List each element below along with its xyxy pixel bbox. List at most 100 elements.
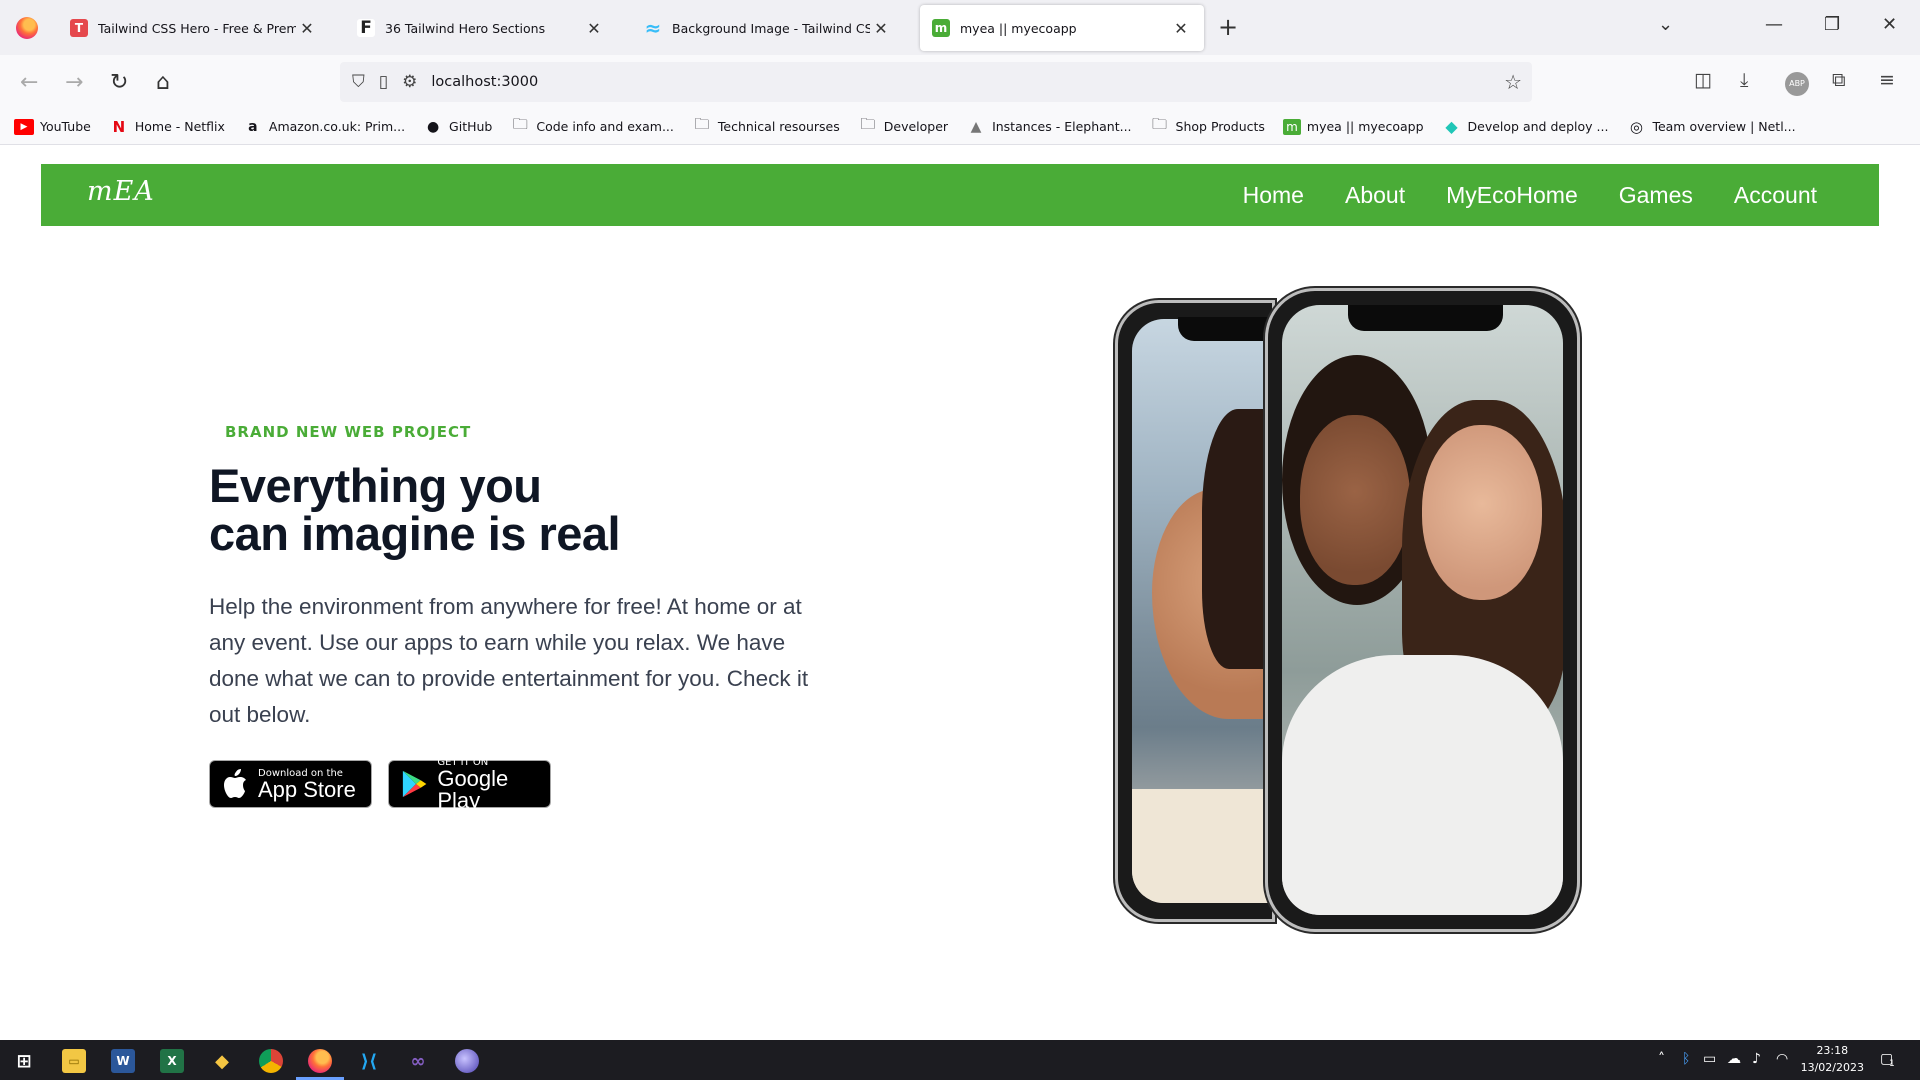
close-tab-icon[interactable]: ✕ (296, 19, 318, 38)
site-header: mEA Home About MyEcoHome Games Account (41, 164, 1879, 226)
bookmarks-toolbar: ▶ YouTube N Home - Netflix a Amazon.co.uk: … (0, 109, 1920, 145)
bookmark-github[interactable]: ● GitHub (423, 119, 492, 135)
bookmark-myea[interactable]: m myea || myecoapp (1282, 118, 1424, 135)
site-logo[interactable]: mEA (87, 176, 155, 207)
minimize-button[interactable]: — (1765, 14, 1783, 35)
page-info-icon[interactable]: ▯ (379, 72, 388, 92)
globe-icon: ◎ (1629, 117, 1643, 136)
netlify-icon: ◆ (1445, 117, 1458, 136)
clock[interactable]: 23:18 13/02/2023 (1801, 1042, 1864, 1076)
downloads-icon[interactable]: ⤓ (1740, 69, 1748, 91)
back-phone-notch (1178, 317, 1278, 341)
firefox-icon[interactable] (0, 0, 54, 55)
list-all-tabs-icon[interactable]: ⌄ (1658, 14, 1673, 35)
new-tab-button[interactable]: + (1218, 13, 1238, 41)
back-phone-mockup (1115, 300, 1278, 922)
bookmark-team-overview[interactable]: ◎ Team overview | Netl... (1626, 117, 1796, 136)
tab-myea[interactable]: m myea || myecoapp ✕ (920, 5, 1204, 51)
forward-button[interactable]: → (65, 70, 83, 95)
main-nav: Home About MyEcoHome Games Account (1202, 164, 1817, 226)
bookmark-developer[interactable]: 🗀 Developer (858, 115, 949, 135)
chrome-icon[interactable] (259, 1049, 283, 1073)
visual-studio-icon[interactable]: ∞ (406, 1049, 430, 1073)
netflix-icon: N (112, 117, 126, 136)
flowbite-favicon-icon: F (357, 18, 375, 38)
bookmark-label: myea || myecoapp (1306, 119, 1424, 134)
git-kraken-icon[interactable]: ◆ (210, 1049, 234, 1073)
battery-icon[interactable]: ▭ (1703, 1051, 1716, 1067)
bookmark-youtube[interactable]: ▶ YouTube (14, 118, 91, 135)
myea-favicon-icon: m (932, 19, 950, 37)
bookmark-netflix[interactable]: N Home - Netflix (109, 117, 225, 136)
tab-title: Background Image - Tailwind CSS (672, 20, 870, 36)
reload-button[interactable]: ↻ (110, 70, 128, 95)
bookmark-label: Amazon.co.uk: Prim... (268, 119, 406, 134)
extensions-icon[interactable]: ⧉ (1832, 69, 1846, 91)
url-text[interactable]: localhost:3000 (431, 74, 538, 90)
bluetooth-icon[interactable]: ᛒ (1682, 1051, 1690, 1067)
bookmark-technical[interactable]: 🗀 Technical resourses (692, 115, 839, 135)
bookmark-star-icon[interactable]: ☆ (1504, 70, 1522, 94)
back-button[interactable]: ← (20, 70, 38, 95)
tab-title: myea || myecoapp (960, 20, 1077, 36)
nav-myecohome[interactable]: MyEcoHome (1446, 182, 1578, 209)
tailwind-hero-favicon-icon: T (70, 19, 88, 37)
onedrive-icon[interactable]: ☁ (1727, 1051, 1741, 1067)
close-window-button[interactable]: ✕ (1882, 14, 1897, 35)
nav-games[interactable]: Games (1619, 182, 1693, 209)
excel-icon[interactable]: X (160, 1049, 184, 1073)
menu-icon[interactable]: ≡ (1879, 69, 1895, 91)
close-tab-icon[interactable]: ✕ (583, 19, 605, 38)
windows-taskbar (0, 1040, 1920, 1080)
google-play-big-text: Google Play (437, 765, 509, 813)
vscode-icon[interactable]: ⟩⟨ (357, 1049, 381, 1073)
bookmark-label: Instances - Elephant... (992, 119, 1132, 134)
show-hidden-icons-icon[interactable]: ˄ (1658, 1051, 1665, 1067)
bookmark-label: Developer (883, 119, 949, 134)
nav-home[interactable]: Home (1243, 182, 1304, 209)
home-button[interactable]: ⌂ (156, 70, 170, 95)
tab-36-hero-sections[interactable]: F 36 Tailwind Hero Sections ✕ (345, 5, 617, 51)
amazon-icon: a (248, 118, 258, 135)
back-phone-photo (1132, 319, 1272, 903)
adblock-icon[interactable]: ABP (1785, 72, 1809, 96)
file-explorer-icon[interactable]: ▭ (62, 1049, 86, 1073)
tab-background-image[interactable]: ≈ Background Image - Tailwind CSS ✕ (632, 5, 904, 51)
bookmark-code-info[interactable]: 🗀 Code info and exam... (510, 115, 674, 135)
shield-icon[interactable]: ⛉ (352, 72, 365, 92)
bookmark-amazon[interactable]: a Amazon.co.uk: Prim... (243, 119, 405, 135)
navigation-toolbar: ← → ↻ ⌂ ⛉ ▯ ⚙ localhost:3000 ☆ ◫ ⤓ ABP ⧉… (0, 55, 1920, 109)
eclipse-icon[interactable] (455, 1049, 479, 1073)
nav-about[interactable]: About (1345, 182, 1405, 209)
front-phone-shirt (1282, 655, 1563, 915)
tab-tailwind-hero[interactable]: T Tailwind CSS Hero - Free & Premium cor… (58, 5, 330, 51)
folder-icon: 🗀 (512, 115, 528, 133)
url-bar[interactable]: ⛉ ▯ ⚙ localhost:3000 ☆ (340, 62, 1532, 102)
pocket-icon[interactable]: ◫ (1694, 69, 1712, 91)
restore-button[interactable]: ❐ (1824, 14, 1840, 35)
github-icon: ● (426, 118, 440, 135)
myea-icon: m (1282, 118, 1301, 135)
bookmark-netlify[interactable]: ◆ Develop and deploy ... (1442, 117, 1608, 136)
folder-icon: 🗀 (860, 115, 876, 133)
windows-start-icon[interactable]: ⊞ (12, 1049, 36, 1073)
permissions-icon[interactable]: ⚙ (402, 72, 417, 92)
close-tab-icon[interactable]: ✕ (870, 19, 892, 38)
bookmark-label: GitHub (449, 119, 493, 134)
bookmark-elephant[interactable]: ▲ Instances - Elephant... (966, 119, 1132, 135)
bookmark-shop-products[interactable]: 🗀 Shop Products (1150, 115, 1265, 135)
notification-count: 1 (1889, 1059, 1895, 1069)
wifi-icon[interactable]: ◠ (1776, 1051, 1788, 1067)
close-tab-icon[interactable]: ✕ (1170, 19, 1192, 38)
volume-icon[interactable]: ♪ (1752, 1051, 1761, 1067)
bookmark-label: YouTube (40, 119, 91, 134)
bookmark-label: Shop Products (1175, 119, 1265, 134)
bookmark-label: Home - Netflix (134, 119, 225, 134)
nav-account[interactable]: Account (1734, 182, 1817, 209)
word-icon[interactable]: W (111, 1049, 135, 1073)
app-store-big-text: App Store (258, 776, 356, 802)
app-store-button[interactable]: Download on the App Store (209, 760, 372, 808)
google-play-button[interactable]: GET IT ON Google Play (388, 757, 551, 811)
hero-description: Help the environment from anywhere for f… (209, 594, 809, 727)
firefox-taskbar-icon[interactable] (308, 1049, 332, 1073)
